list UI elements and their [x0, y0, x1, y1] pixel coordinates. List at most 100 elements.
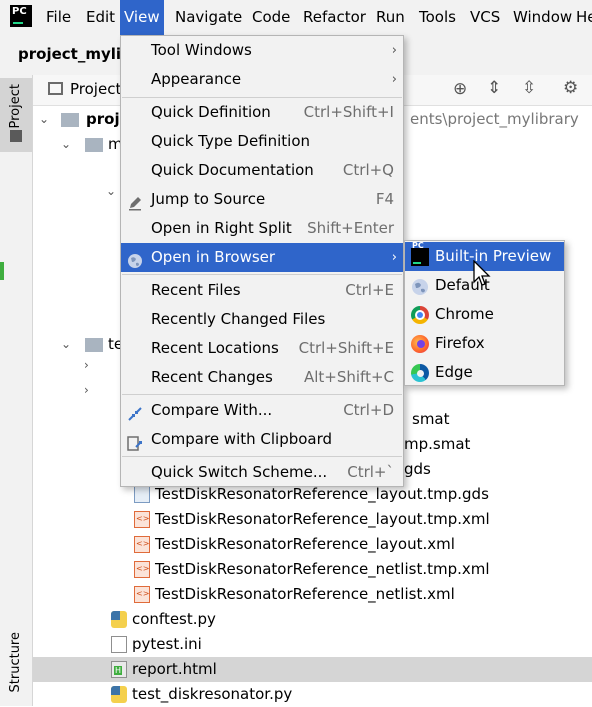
menu-item-shortcut: F4	[375, 190, 394, 208]
menu-item-recent-locations[interactable]: Recent Locations Ctrl+Shift+E	[121, 334, 403, 363]
menu-item-label: Quick Definition	[151, 103, 271, 121]
project-view-icon	[48, 82, 63, 95]
chevron-down-icon[interactable]: ⌄	[61, 132, 71, 157]
menu-run[interactable]: Run	[372, 0, 409, 35]
tree-row[interactable]: test_diskresonator.py	[33, 682, 592, 707]
menu-item-label: Recently Changed Files	[151, 310, 326, 328]
menu-help[interactable]: He	[572, 0, 592, 35]
submenu-item-firefox[interactable]: Firefox	[405, 329, 564, 358]
chevron-down-icon[interactable]: ⌄	[106, 184, 116, 198]
status-marker	[0, 262, 4, 280]
chevron-right-icon[interactable]: ›	[84, 358, 89, 372]
tree-row[interactable]: TestDiskResonatorReference_layout.xml	[33, 532, 592, 557]
collapse-all-icon[interactable]: ⇳	[522, 78, 536, 98]
globe-icon	[411, 277, 429, 295]
gear-icon[interactable]: ⚙	[563, 78, 578, 98]
tree-label: TestDiskResonatorReference_netlist.xml	[155, 585, 455, 603]
menu-item-label: Compare With...	[151, 401, 273, 419]
menu-item-label: Appearance	[151, 70, 242, 88]
compare-icon	[127, 403, 143, 421]
project-path: ents\project_mylibrary	[410, 110, 579, 128]
menu-bar: PC File Edit View Navigate Code Refactor…	[0, 0, 592, 35]
view-menu-dropdown: Tool Windows › Appearance › Quick Defini…	[120, 35, 404, 487]
menu-tools[interactable]: Tools	[415, 0, 460, 35]
ini-file-icon	[111, 636, 127, 653]
menu-item-shortcut: Ctrl+E	[345, 281, 394, 299]
menu-item-shortcut: Shift+Enter	[307, 219, 394, 237]
menu-item-quick-documentation[interactable]: Quick Documentation Ctrl+Q	[121, 156, 403, 185]
menu-item-label: Open in Right Split	[151, 219, 292, 237]
menu-item-shortcut: Ctrl+Q	[342, 161, 394, 179]
menu-item-quick-type-definition[interactable]: Quick Type Definition	[121, 127, 403, 156]
menu-item-compare-with-clipboard[interactable]: Compare with Clipboard	[121, 425, 403, 454]
chevron-down-icon[interactable]: ⌄	[39, 107, 49, 132]
menu-item-label: Recent Locations	[151, 339, 279, 357]
submenu-item-label: Chrome	[435, 305, 494, 323]
tree-row[interactable]: TestDiskResonatorReference_netlist.xml	[33, 582, 592, 607]
menu-file[interactable]: File	[42, 0, 75, 35]
chevron-down-icon[interactable]: ⌄	[61, 332, 71, 357]
project-title: project_mylib	[18, 45, 132, 63]
menu-window[interactable]: Window	[509, 0, 576, 35]
structure-tool-tab[interactable]: Structure	[0, 628, 32, 706]
menu-item-jump-to-source[interactable]: Jump to Source F4	[121, 185, 403, 214]
menu-item-open-in-right-split[interactable]: Open in Right Split Shift+Enter	[121, 214, 403, 243]
menu-item-shortcut: Ctrl+Shift+E	[298, 339, 394, 357]
menu-item-label: Open in Browser	[151, 248, 276, 266]
menu-item-label: Recent Files	[151, 281, 241, 299]
python-file-icon	[111, 686, 127, 703]
menu-item-recent-files[interactable]: Recent Files Ctrl+E	[121, 276, 403, 305]
menu-code[interactable]: Code	[248, 0, 294, 35]
menu-item-label: Quick Documentation	[151, 161, 314, 179]
menu-item-tool-windows[interactable]: Tool Windows ›	[121, 36, 403, 65]
locate-icon[interactable]: ⊕	[453, 79, 467, 99]
gds-file-icon	[134, 486, 150, 503]
menu-navigate[interactable]: Navigate	[171, 0, 246, 35]
tree-row[interactable]: TestDiskResonatorReference_layout.tmp.xm…	[33, 507, 592, 532]
menu-view[interactable]: View	[120, 0, 164, 35]
menu-item-recently-changed-files[interactable]: Recently Changed Files	[121, 305, 403, 334]
html-file-icon	[111, 661, 127, 678]
menu-item-quick-switch-scheme[interactable]: Quick Switch Scheme... Ctrl+`	[121, 458, 403, 487]
menu-item-open-in-browser[interactable]: Open in Browser ›	[121, 243, 403, 272]
tree-row[interactable]: pytest.ini	[33, 632, 592, 657]
menu-item-shortcut: Ctrl+Shift+I	[303, 103, 394, 121]
menu-item-compare-with[interactable]: Compare With... Ctrl+D	[121, 396, 403, 425]
submenu-item-label: Firefox	[435, 334, 485, 352]
submenu-item-edge[interactable]: Edge	[405, 358, 564, 387]
chevron-right-icon[interactable]: ›	[84, 383, 89, 397]
chevron-right-icon: ›	[391, 250, 397, 265]
firefox-icon	[411, 335, 429, 353]
menu-item-shortcut: Alt+Shift+C	[303, 368, 394, 386]
menu-item-label: Quick Type Definition	[151, 132, 311, 150]
clipboard-compare-icon	[127, 432, 143, 451]
edge-icon	[411, 364, 429, 382]
menu-refactor[interactable]: Refactor	[299, 0, 370, 35]
project-panel-title[interactable]: Project	[70, 80, 121, 98]
tree-row[interactable]: conftest.py	[33, 607, 592, 632]
left-tool-strip	[0, 75, 33, 706]
xml-file-icon	[134, 561, 150, 578]
folder-tab-icon	[10, 130, 22, 142]
menu-item-appearance[interactable]: Appearance ›	[121, 65, 403, 94]
menu-item-shortcut: Ctrl+D	[343, 401, 394, 419]
tree-row-selected[interactable]: report.html	[33, 657, 592, 682]
menu-item-quick-definition[interactable]: Quick Definition Ctrl+Shift+I	[121, 98, 403, 127]
xml-file-icon	[134, 511, 150, 528]
submenu-item-label: Edge	[435, 363, 473, 381]
submenu-item-label: Built-in Preview	[435, 247, 552, 265]
chrome-icon	[411, 306, 429, 324]
project-tool-tab[interactable]: Project	[0, 78, 32, 152]
tree-label: smat	[412, 410, 450, 428]
tree-row[interactable]: TestDiskResonatorReference_netlist.tmp.x…	[33, 557, 592, 582]
menu-vcs[interactable]: VCS	[466, 0, 504, 35]
menu-separator	[122, 394, 402, 395]
menu-item-recent-changes[interactable]: Recent Changes Alt+Shift+C	[121, 363, 403, 392]
menu-edit[interactable]: Edit	[82, 0, 119, 35]
expand-all-icon[interactable]: ⇕	[487, 78, 501, 98]
structure-tab-label: Structure	[8, 632, 23, 693]
submenu-item-chrome[interactable]: Chrome	[405, 300, 564, 329]
chevron-right-icon: ›	[391, 72, 397, 87]
chevron-right-icon: ›	[391, 43, 397, 58]
xml-file-icon	[134, 586, 150, 603]
